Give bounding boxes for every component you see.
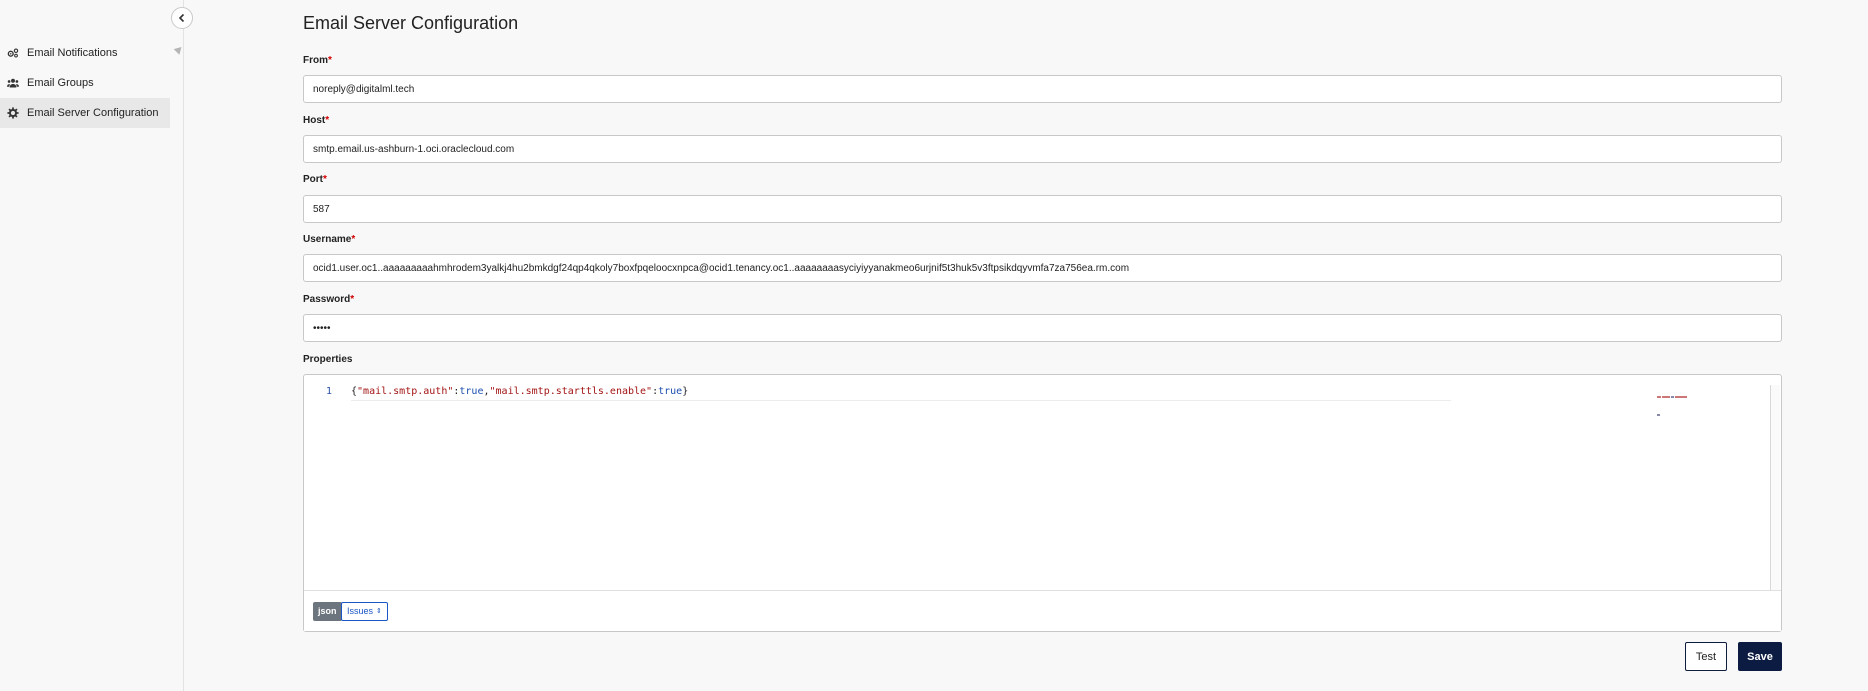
from-field[interactable]: [303, 75, 1782, 103]
editor-scrollbar[interactable]: [1770, 385, 1780, 590]
sidebar-item-label: Email Notifications: [27, 47, 118, 59]
users-icon: [6, 77, 20, 89]
code-line[interactable]: {"mail.smtp.auth":true,"mail.smtp.startt…: [351, 386, 1451, 401]
password-field[interactable]: [303, 314, 1782, 342]
username-label: Username*: [303, 234, 356, 245]
chevron-left-icon: [178, 13, 185, 23]
editor-status-bar: json Issues ⇕: [304, 590, 1781, 631]
language-badge: json: [313, 602, 342, 621]
host-field[interactable]: [303, 135, 1782, 163]
line-number: 1: [326, 386, 333, 397]
test-button[interactable]: Test: [1685, 642, 1727, 671]
port-field[interactable]: [303, 195, 1782, 223]
sidebar-item-label: Email Server Configuration: [27, 107, 159, 119]
gears-icon: [6, 47, 20, 59]
sidebar-item-email-notifications[interactable]: Email Notifications: [0, 38, 170, 68]
sort-arrows-icon: ⇕: [376, 608, 382, 615]
sidebar-item-email-server-configuration[interactable]: Email Server Configuration: [0, 98, 170, 128]
required-marker: *: [351, 234, 356, 245]
host-label: Host*: [303, 115, 330, 126]
required-marker: *: [328, 55, 332, 66]
required-marker: *: [350, 294, 355, 305]
sidebar-collapse-button[interactable]: [171, 7, 193, 29]
save-button[interactable]: Save: [1738, 642, 1782, 671]
required-marker: *: [323, 174, 327, 185]
editor-minimap[interactable]: [1657, 385, 1689, 416]
sidebar: Email Notifications Email Groups Email S…: [0, 0, 185, 691]
username-field[interactable]: [303, 254, 1782, 282]
required-marker: *: [325, 115, 330, 126]
port-label: Port*: [303, 174, 327, 185]
password-label: Password*: [303, 294, 355, 305]
resize-handle-icon: [173, 44, 185, 55]
from-label: From*: [303, 55, 332, 66]
sidebar-item-email-groups[interactable]: Email Groups: [0, 68, 170, 98]
page-title: Email Server Configuration: [303, 13, 519, 33]
sidebar-item-label: Email Groups: [27, 77, 94, 89]
properties-label: Properties: [303, 354, 353, 365]
issues-dropdown[interactable]: Issues ⇕: [341, 602, 388, 621]
properties-code-editor[interactable]: 1 {"mail.smtp.auth":true,"mail.smtp.star…: [303, 374, 1782, 632]
sidebar-nav: Email Notifications Email Groups Email S…: [0, 38, 170, 128]
gear-icon: [6, 107, 20, 119]
